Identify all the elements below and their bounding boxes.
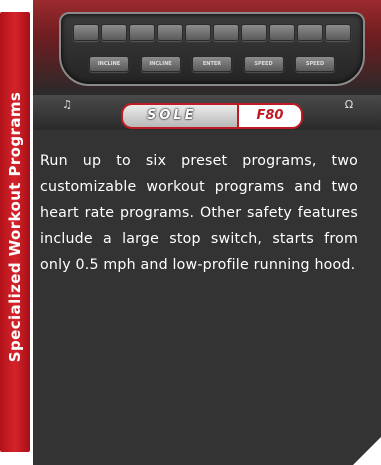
side-tab-title: Specialized Workout Programs xyxy=(3,12,27,442)
panel-corner-cut xyxy=(353,437,381,465)
product-console-image: INCLINE INCLINE ENTER SPEED SPEED ♫ Ω SO… xyxy=(33,0,381,130)
keypad-top-row xyxy=(73,24,351,41)
console-keypad: INCLINE INCLINE ENTER SPEED SPEED xyxy=(59,12,365,86)
keypad-speed-key: SPEED xyxy=(295,56,335,72)
feature-description: Run up to six preset programs, two custo… xyxy=(40,153,358,273)
keypad-key xyxy=(297,24,323,41)
model-badge: F80 xyxy=(237,105,301,127)
keypad-key xyxy=(101,24,127,41)
keypad-key xyxy=(129,24,155,41)
keypad-speed-key: SPEED xyxy=(243,56,284,72)
product-feature-card: Specialized Workout Programs INCLINE INC… xyxy=(0,0,381,465)
keypad-key xyxy=(325,24,351,41)
keypad-bottom-row: INCLINE INCLINE ENTER SPEED SPEED xyxy=(89,56,335,72)
brand-logo: SOLE xyxy=(147,108,197,123)
keypad-key xyxy=(241,24,267,41)
keypad-key xyxy=(213,24,239,41)
keypad-incline-key: INCLINE xyxy=(140,56,181,72)
brand-plate: SOLE F80 xyxy=(121,103,303,129)
keypad-key xyxy=(157,24,183,41)
keypad-key xyxy=(73,24,99,41)
music-note-icon: ♫ xyxy=(62,98,72,111)
keypad-key xyxy=(185,24,211,41)
keypad-enter-key: ENTER xyxy=(192,56,232,72)
keypad-key xyxy=(269,24,295,41)
side-tab-label: Specialized Workout Programs xyxy=(6,91,25,363)
headphones-icon: Ω xyxy=(344,98,354,111)
keypad-incline-key: INCLINE xyxy=(89,56,129,72)
